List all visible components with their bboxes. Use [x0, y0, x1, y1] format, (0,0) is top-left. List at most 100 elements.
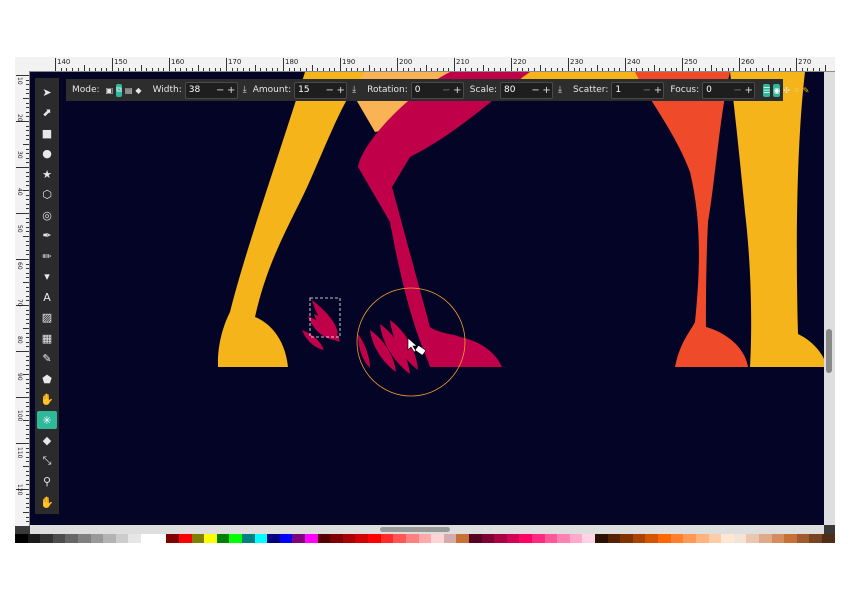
spiral-tool-icon[interactable]: ◎ [37, 206, 57, 224]
tweak-tool-icon[interactable]: ✋ [37, 391, 57, 409]
mesh-tool-icon[interactable]: ▦ [37, 329, 57, 347]
palette-swatch[interactable] [519, 534, 532, 543]
pencil-tool-icon[interactable]: ✏ [37, 247, 57, 265]
palette-swatch[interactable] [531, 534, 545, 543]
palette-swatch[interactable] [115, 534, 129, 543]
palette-swatch[interactable] [481, 534, 495, 543]
palette-swatch[interactable] [443, 534, 457, 543]
palette-swatch[interactable] [418, 534, 432, 543]
palette-swatch[interactable] [683, 534, 696, 543]
scatter-value[interactable]: 1 [612, 85, 641, 95]
palette-swatch[interactable] [708, 534, 722, 543]
scale-value[interactable]: 80 [501, 85, 530, 95]
palette-swatch[interactable] [128, 534, 142, 543]
palette-swatch[interactable] [620, 534, 633, 543]
width-increment-button[interactable]: + [226, 85, 237, 96]
width-spinbox[interactable]: 38 − + [184, 81, 238, 99]
palette-swatch[interactable] [784, 534, 797, 543]
ellipse-tool-icon[interactable]: ● [37, 145, 57, 163]
palette-swatch[interactable] [431, 534, 444, 543]
palette-swatch[interactable] [670, 534, 684, 543]
palette-swatch[interactable] [241, 534, 255, 543]
pan-tool-icon[interactable]: ✋ [37, 493, 57, 511]
spray-delete-mode-icon[interactable]: ◆ [135, 84, 141, 97]
rect-tool-icon[interactable]: ■ [37, 124, 57, 142]
node-tool-icon[interactable]: ⬈ [37, 104, 57, 122]
palette-swatch[interactable] [645, 534, 659, 543]
palette-swatch[interactable] [758, 534, 772, 543]
pick-color-icon[interactable]: ⁘ [793, 84, 800, 97]
palette-swatch[interactable] [393, 534, 406, 543]
palette-swatch[interactable] [569, 534, 583, 543]
palette-swatch[interactable] [52, 534, 66, 543]
palette-swatch[interactable] [506, 534, 520, 543]
box3d-tool-icon[interactable]: ⬡ [37, 186, 57, 204]
palette-swatch[interactable] [191, 534, 205, 543]
palette-swatch[interactable] [355, 534, 369, 543]
scale-spinbox[interactable]: 80 − + [500, 81, 554, 99]
spray-tool-icon[interactable]: ✳ [37, 411, 57, 429]
palette-swatch[interactable] [103, 534, 116, 543]
palette-swatch[interactable] [658, 534, 671, 543]
palette-swatch[interactable] [65, 534, 79, 543]
prevent-overlap-icon[interactable]: ✣ [783, 84, 790, 97]
amount-increment-button[interactable]: + [335, 85, 346, 96]
palette-swatch[interactable] [380, 534, 394, 543]
width-decrement-button[interactable]: − [215, 85, 226, 96]
palette-swatch[interactable] [204, 534, 217, 543]
palette-swatch[interactable] [746, 534, 759, 543]
drawing-canvas[interactable] [30, 72, 827, 525]
pressure-amount-icon[interactable]: ⤓ [352, 85, 356, 95]
focus-spinbox[interactable]: 0 − + [702, 81, 756, 99]
palette-swatch[interactable] [405, 534, 419, 543]
palette-swatch[interactable] [27, 534, 41, 543]
palette-swatch[interactable] [771, 534, 785, 543]
horizontal-scrollbar[interactable] [30, 525, 824, 534]
rotation-value[interactable]: 0 [412, 85, 441, 95]
palette-swatch[interactable] [733, 534, 747, 543]
dropper-tool-icon[interactable]: ✎ [37, 350, 57, 368]
eraser-tool-icon[interactable]: ◆ [37, 432, 57, 450]
rotation-spinbox[interactable]: 0 − + [410, 81, 464, 99]
palette-swatch[interactable] [368, 534, 381, 543]
palette-swatch[interactable] [582, 534, 596, 543]
palette-swatch[interactable] [78, 534, 91, 543]
width-value[interactable]: 38 [186, 85, 215, 95]
palette-swatch[interactable] [557, 534, 570, 543]
amount-spinbox[interactable]: 15 − + [294, 81, 348, 99]
palette-swatch[interactable] [279, 534, 293, 543]
scatter-decrement-button[interactable]: − [641, 85, 652, 96]
focus-decrement-button[interactable]: − [732, 85, 743, 96]
horizontal-scroll-thumb[interactable] [380, 527, 450, 532]
scatter-spinbox[interactable]: 1 − + [611, 81, 665, 99]
scatter-increment-button[interactable]: + [652, 85, 663, 96]
palette-swatch[interactable] [141, 534, 154, 543]
calligraphy-tool-icon[interactable]: ▾ [37, 268, 57, 286]
palette-swatch[interactable] [544, 534, 558, 543]
rotation-increment-button[interactable]: + [452, 85, 463, 96]
palette-swatch[interactable] [267, 534, 280, 543]
star-tool-icon[interactable]: ★ [37, 165, 57, 183]
palette-swatch[interactable] [317, 534, 331, 543]
palette-swatch[interactable] [695, 534, 709, 543]
palette-swatch[interactable] [229, 534, 242, 543]
over-transparent-icon[interactable]: ◉ [773, 83, 781, 97]
paintbucket-tool-icon[interactable]: ⬟ [37, 370, 57, 388]
spray-single-path-mode-icon[interactable]: ▤ [125, 84, 133, 97]
selector-tool-icon[interactable]: ➤ [37, 83, 57, 101]
palette-swatch[interactable] [342, 534, 356, 543]
palette-swatch[interactable] [166, 534, 179, 543]
amount-value[interactable]: 15 [295, 85, 324, 95]
dropper-pick-icon[interactable]: ✎ [803, 84, 810, 97]
amount-decrement-button[interactable]: − [324, 85, 335, 96]
palette-swatch[interactable] [305, 534, 318, 543]
scale-increment-button[interactable]: + [541, 85, 552, 96]
spray-copies-mode-icon[interactable]: ▣ [106, 84, 114, 97]
palette-swatch[interactable] [292, 534, 306, 543]
palette-swatch[interactable] [216, 534, 230, 543]
palette-swatch[interactable] [153, 534, 167, 543]
palette-swatch[interactable] [468, 534, 482, 543]
pen-tool-icon[interactable]: ✒ [37, 227, 57, 245]
rotation-decrement-button[interactable]: − [441, 85, 452, 96]
palette-swatch[interactable] [721, 534, 734, 543]
